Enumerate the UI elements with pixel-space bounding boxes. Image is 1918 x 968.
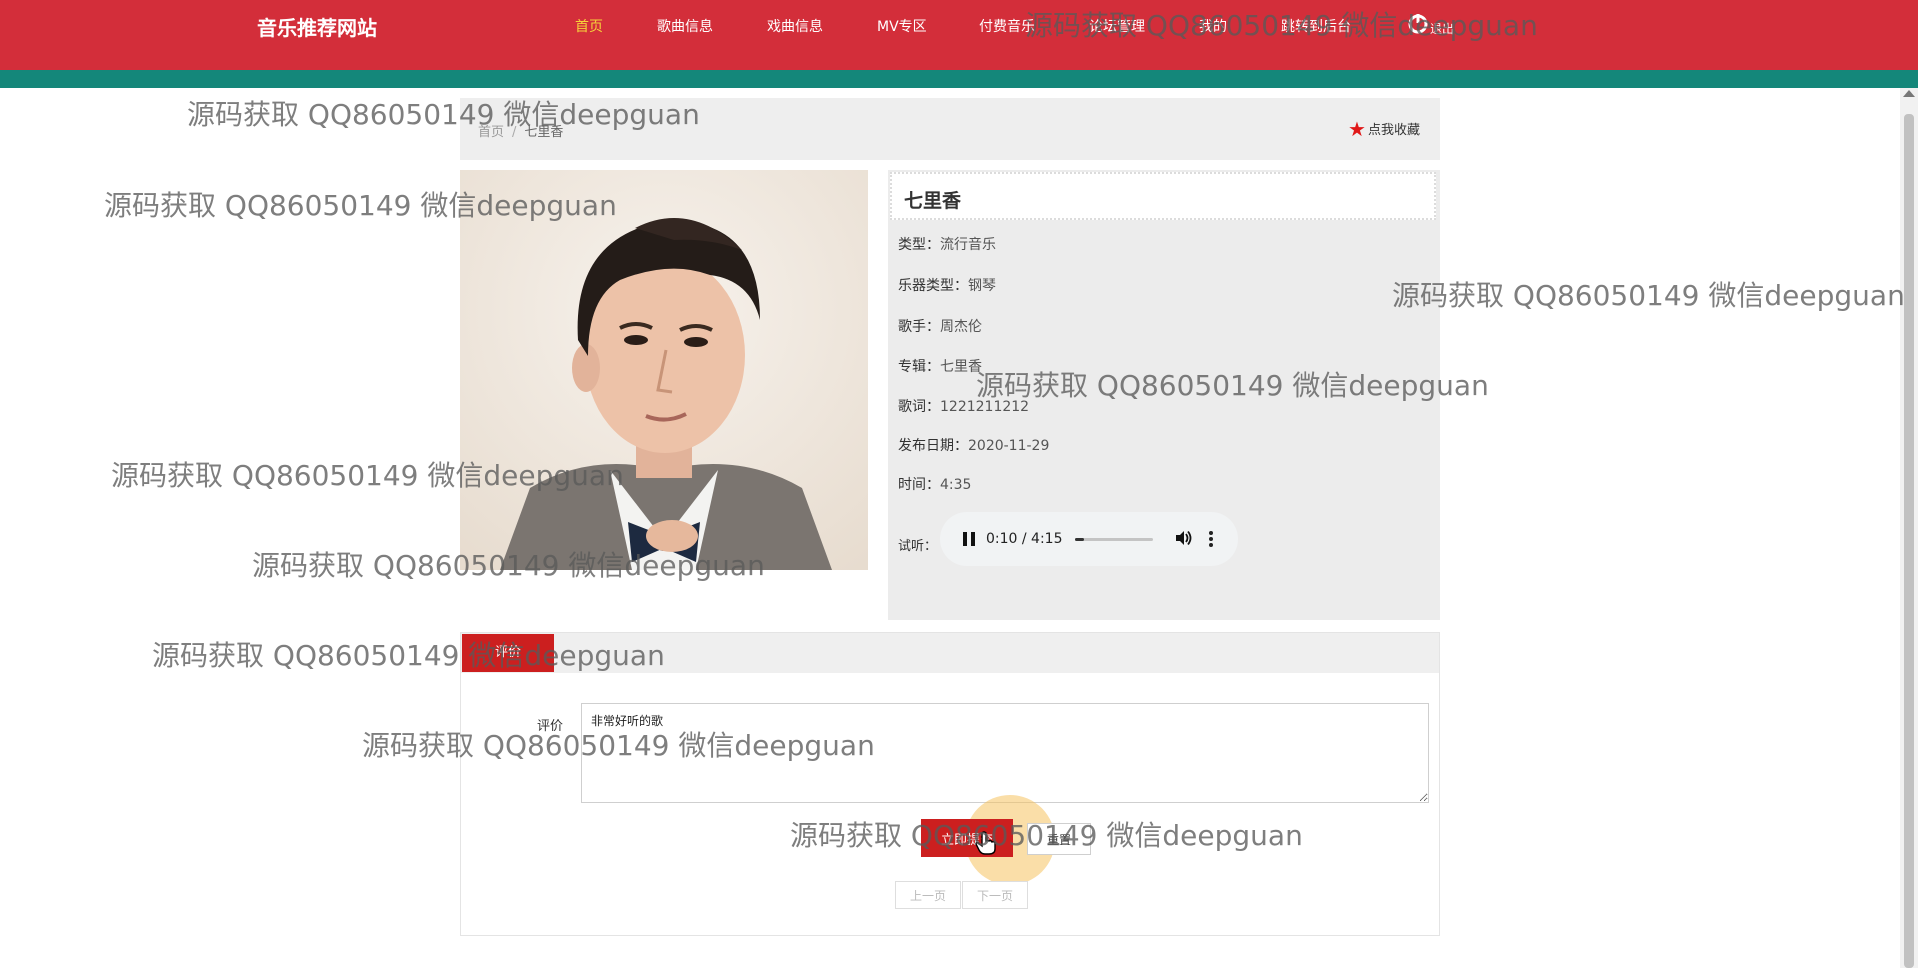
info-duration-value: 4:35 xyxy=(940,477,972,493)
breadcrumb-bar: 首页 / 七里香 ★ 点我收藏 xyxy=(460,98,1440,160)
top-navbar: 音乐推荐网站 首页 歌曲信息 戏曲信息 MV专区 付费音乐 论坛管理 我的 跳转… xyxy=(0,0,1918,70)
pause-icon[interactable] xyxy=(962,532,976,546)
info-duration-label: 时间： xyxy=(898,477,940,493)
scroll-up-arrow-icon[interactable] xyxy=(1903,90,1915,97)
audio-progress-track[interactable] xyxy=(1075,538,1153,541)
info-type: 类型：流行音乐 xyxy=(898,234,996,254)
info-singer-value: 周杰伦 xyxy=(940,319,982,335)
next-page-button[interactable]: 下一页 xyxy=(962,881,1028,909)
nav-item-mine[interactable]: 我的 xyxy=(1199,16,1227,36)
info-instrument-label: 乐器类型： xyxy=(898,278,968,294)
prev-page-button[interactable]: 上一页 xyxy=(895,881,961,909)
nav-item-paid-music[interactable]: 付费音乐 xyxy=(979,16,1035,36)
reset-button[interactable]: 重置 xyxy=(1027,823,1091,855)
breadcrumb-current: 七里香 xyxy=(524,125,564,140)
info-instrument-value: 钢琴 xyxy=(968,278,996,294)
song-cover-image xyxy=(460,170,868,570)
site-brand[interactable]: 音乐推荐网站 xyxy=(257,12,377,41)
info-release-date-label: 发布日期： xyxy=(898,438,968,454)
info-lyrics-label: 歌词： xyxy=(898,399,940,415)
nav-item-forum[interactable]: 论坛管理 xyxy=(1089,16,1145,36)
submit-button[interactable]: 立即提交 xyxy=(921,819,1013,857)
nav-item-home[interactable]: 首页 xyxy=(575,16,603,36)
logout-icon[interactable] xyxy=(1408,14,1428,34)
info-singer: 歌手：周杰伦 xyxy=(898,316,982,336)
breadcrumb-home[interactable]: 首页 xyxy=(478,125,504,140)
song-detail-panel: 七里香 类型：流行音乐 乐器类型：钢琴 歌手：周杰伦 专辑：七里香 歌词：122… xyxy=(888,170,1440,620)
breadcrumb: 首页 / 七里香 xyxy=(478,121,563,140)
info-album-value: 七里香 xyxy=(940,359,982,375)
audio-label: 试听： xyxy=(898,539,938,554)
favorite-button[interactable]: ★ 点我收藏 xyxy=(1348,116,1420,141)
audio-player[interactable]: 0:10 / 4:15 xyxy=(940,512,1238,566)
info-lyrics-value: 1221211212 xyxy=(940,399,1030,415)
info-instrument: 乐器类型：钢琴 xyxy=(898,275,996,295)
song-title-box: 七里香 xyxy=(890,172,1436,220)
nav-item-songs[interactable]: 歌曲信息 xyxy=(657,16,713,36)
breadcrumb-separator: / xyxy=(512,125,517,140)
audio-progress-played xyxy=(1075,538,1084,541)
info-lyrics: 歌词：1221211212 xyxy=(898,396,1029,416)
info-type-label: 类型： xyxy=(898,237,940,253)
info-release-date-value: 2020-11-29 xyxy=(968,438,1050,454)
nav-item-admin[interactable]: 跳转到后台 xyxy=(1281,16,1351,36)
info-singer-label: 歌手： xyxy=(898,319,940,335)
nav-item-opera[interactable]: 戏曲信息 xyxy=(767,16,823,36)
song-title: 七里香 xyxy=(904,190,962,212)
info-type-value: 流行音乐 xyxy=(940,237,996,253)
logout-label[interactable]: 退出 xyxy=(1430,20,1454,37)
info-album-label: 专辑： xyxy=(898,359,940,375)
star-icon: ★ xyxy=(1348,116,1366,141)
info-duration: 时间：4:35 xyxy=(898,474,971,494)
info-album: 专辑：七里香 xyxy=(898,356,982,376)
volume-icon[interactable] xyxy=(1174,529,1192,547)
comment-field-label: 评价 xyxy=(537,719,564,734)
nav-item-mv[interactable]: MV专区 xyxy=(877,16,927,36)
comment-textarea[interactable]: 非常好听的歌 xyxy=(581,703,1429,803)
favorite-label: 点我收藏 xyxy=(1367,123,1420,138)
info-release-date: 发布日期：2020-11-29 xyxy=(898,435,1049,455)
comments-section: 评价 评价 非常好听的歌 立即提交 重置 上一页 下一页 xyxy=(460,632,1440,936)
tab-comments[interactable]: 评价 xyxy=(462,634,554,672)
comments-header xyxy=(461,633,1439,673)
scrollbar-thumb[interactable] xyxy=(1904,114,1914,968)
more-options-icon[interactable] xyxy=(1209,531,1213,547)
header-stripe xyxy=(0,70,1918,88)
audio-time: 0:10 / 4:15 xyxy=(986,531,1063,547)
watermark: 源码获取 QQ86050149 微信deepguan xyxy=(1392,279,1905,312)
